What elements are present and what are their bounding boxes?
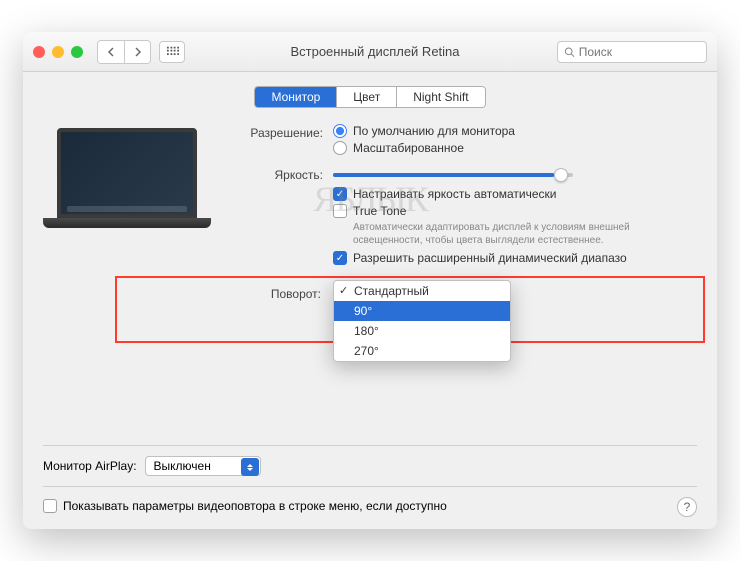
rotation-highlight: Поворот: ✓ Стандартный 90° 180° (115, 276, 705, 343)
slider-fill (333, 173, 554, 177)
show-mirroring-text: Показывать параметры видеоповтора в стро… (63, 499, 447, 513)
radio-icon (333, 124, 347, 138)
checkmark-icon: ✓ (339, 284, 348, 297)
brightness-label: Яркость: (233, 166, 333, 182)
rotation-option-270[interactable]: 270° (334, 341, 510, 361)
auto-brightness-checkbox[interactable]: ✓ Настраивать яркость автоматически (333, 187, 697, 201)
search-icon (564, 46, 575, 58)
resolution-scaled-radio[interactable]: Масштабированное (333, 141, 697, 155)
footer: Монитор AirPlay: Выключен Показывать пар… (43, 445, 697, 517)
resolution-default-radio[interactable]: По умолчанию для монитора (333, 124, 697, 138)
airplay-label: Монитор AirPlay: (43, 459, 137, 473)
search-input[interactable] (579, 45, 700, 59)
tab-color[interactable]: Цвет (336, 87, 396, 107)
radio-icon (333, 141, 347, 155)
minimize-button[interactable] (52, 46, 64, 58)
resolution-default-text: По умолчанию для монитора (353, 124, 515, 138)
back-button[interactable] (98, 41, 124, 63)
tab-bar: Монитор Цвет Night Shift (43, 86, 697, 108)
hdr-checkbox[interactable]: ✓ Разрешить расширенный динамический диа… (333, 251, 697, 265)
auto-brightness-text: Настраивать яркость автоматически (353, 187, 557, 201)
checkbox-icon: ✓ (333, 187, 347, 201)
select-arrows-icon (241, 458, 259, 476)
laptop-icon (43, 128, 211, 240)
content: Монитор Цвет Night Shift Разрешение: (23, 72, 717, 355)
checkbox-icon (43, 499, 57, 513)
settings-form: Разрешение: По умолчанию для монитора Ма… (233, 124, 697, 343)
resolution-scaled-text: Масштабированное (353, 141, 464, 155)
slider-thumb[interactable] (554, 168, 568, 182)
rotation-option-90[interactable]: 90° (334, 301, 510, 321)
true-tone-checkbox[interactable]: True Tone (333, 204, 697, 218)
segmented-control: Монитор Цвет Night Shift (254, 86, 485, 108)
show-all-button[interactable]: ⠿⠿ (159, 41, 185, 63)
tab-night-shift[interactable]: Night Shift (396, 87, 484, 107)
true-tone-desc: Автоматически адаптировать дисплей к усл… (353, 221, 697, 247)
chevron-right-icon (133, 47, 142, 57)
traffic-lights (33, 46, 83, 58)
search-field[interactable] (557, 41, 707, 63)
brightness-slider[interactable] (333, 173, 573, 177)
airplay-value: Выключен (154, 459, 211, 473)
checkbox-icon (333, 204, 347, 218)
zoom-button[interactable] (71, 46, 83, 58)
hdr-text: Разрешить расширенный динамический диапа… (353, 251, 627, 265)
rotation-option-180[interactable]: 180° (334, 321, 510, 341)
tab-monitor[interactable]: Монитор (255, 87, 336, 107)
divider (43, 445, 697, 446)
forward-button[interactable] (124, 41, 150, 63)
chevron-left-icon (107, 47, 116, 57)
checkbox-icon: ✓ (333, 251, 347, 265)
body: Разрешение: По умолчанию для монитора Ма… (43, 124, 697, 343)
rotation-dropdown[interactable]: ✓ Стандартный 90° 180° 270° (333, 280, 511, 362)
true-tone-text: True Tone (353, 204, 406, 218)
nav-group (97, 40, 151, 64)
titlebar: ⠿⠿ Встроенный дисплей Retina (23, 32, 717, 72)
show-mirroring-checkbox[interactable]: Показывать параметры видеоповтора в стро… (43, 499, 447, 513)
window-title: Встроенный дисплей Retina (193, 44, 557, 59)
divider (43, 486, 697, 487)
grid-icon: ⠿⠿ (165, 48, 179, 56)
help-button[interactable]: ? (677, 497, 697, 517)
resolution-label: Разрешение: (233, 124, 333, 140)
rotation-label: Поворот: (231, 284, 331, 301)
close-button[interactable] (33, 46, 45, 58)
airplay-select[interactable]: Выключен (145, 456, 261, 476)
prefs-window: ⠿⠿ Встроенный дисплей Retina Монитор Цве… (23, 32, 717, 529)
rotation-option-standard[interactable]: ✓ Стандартный (334, 281, 510, 301)
